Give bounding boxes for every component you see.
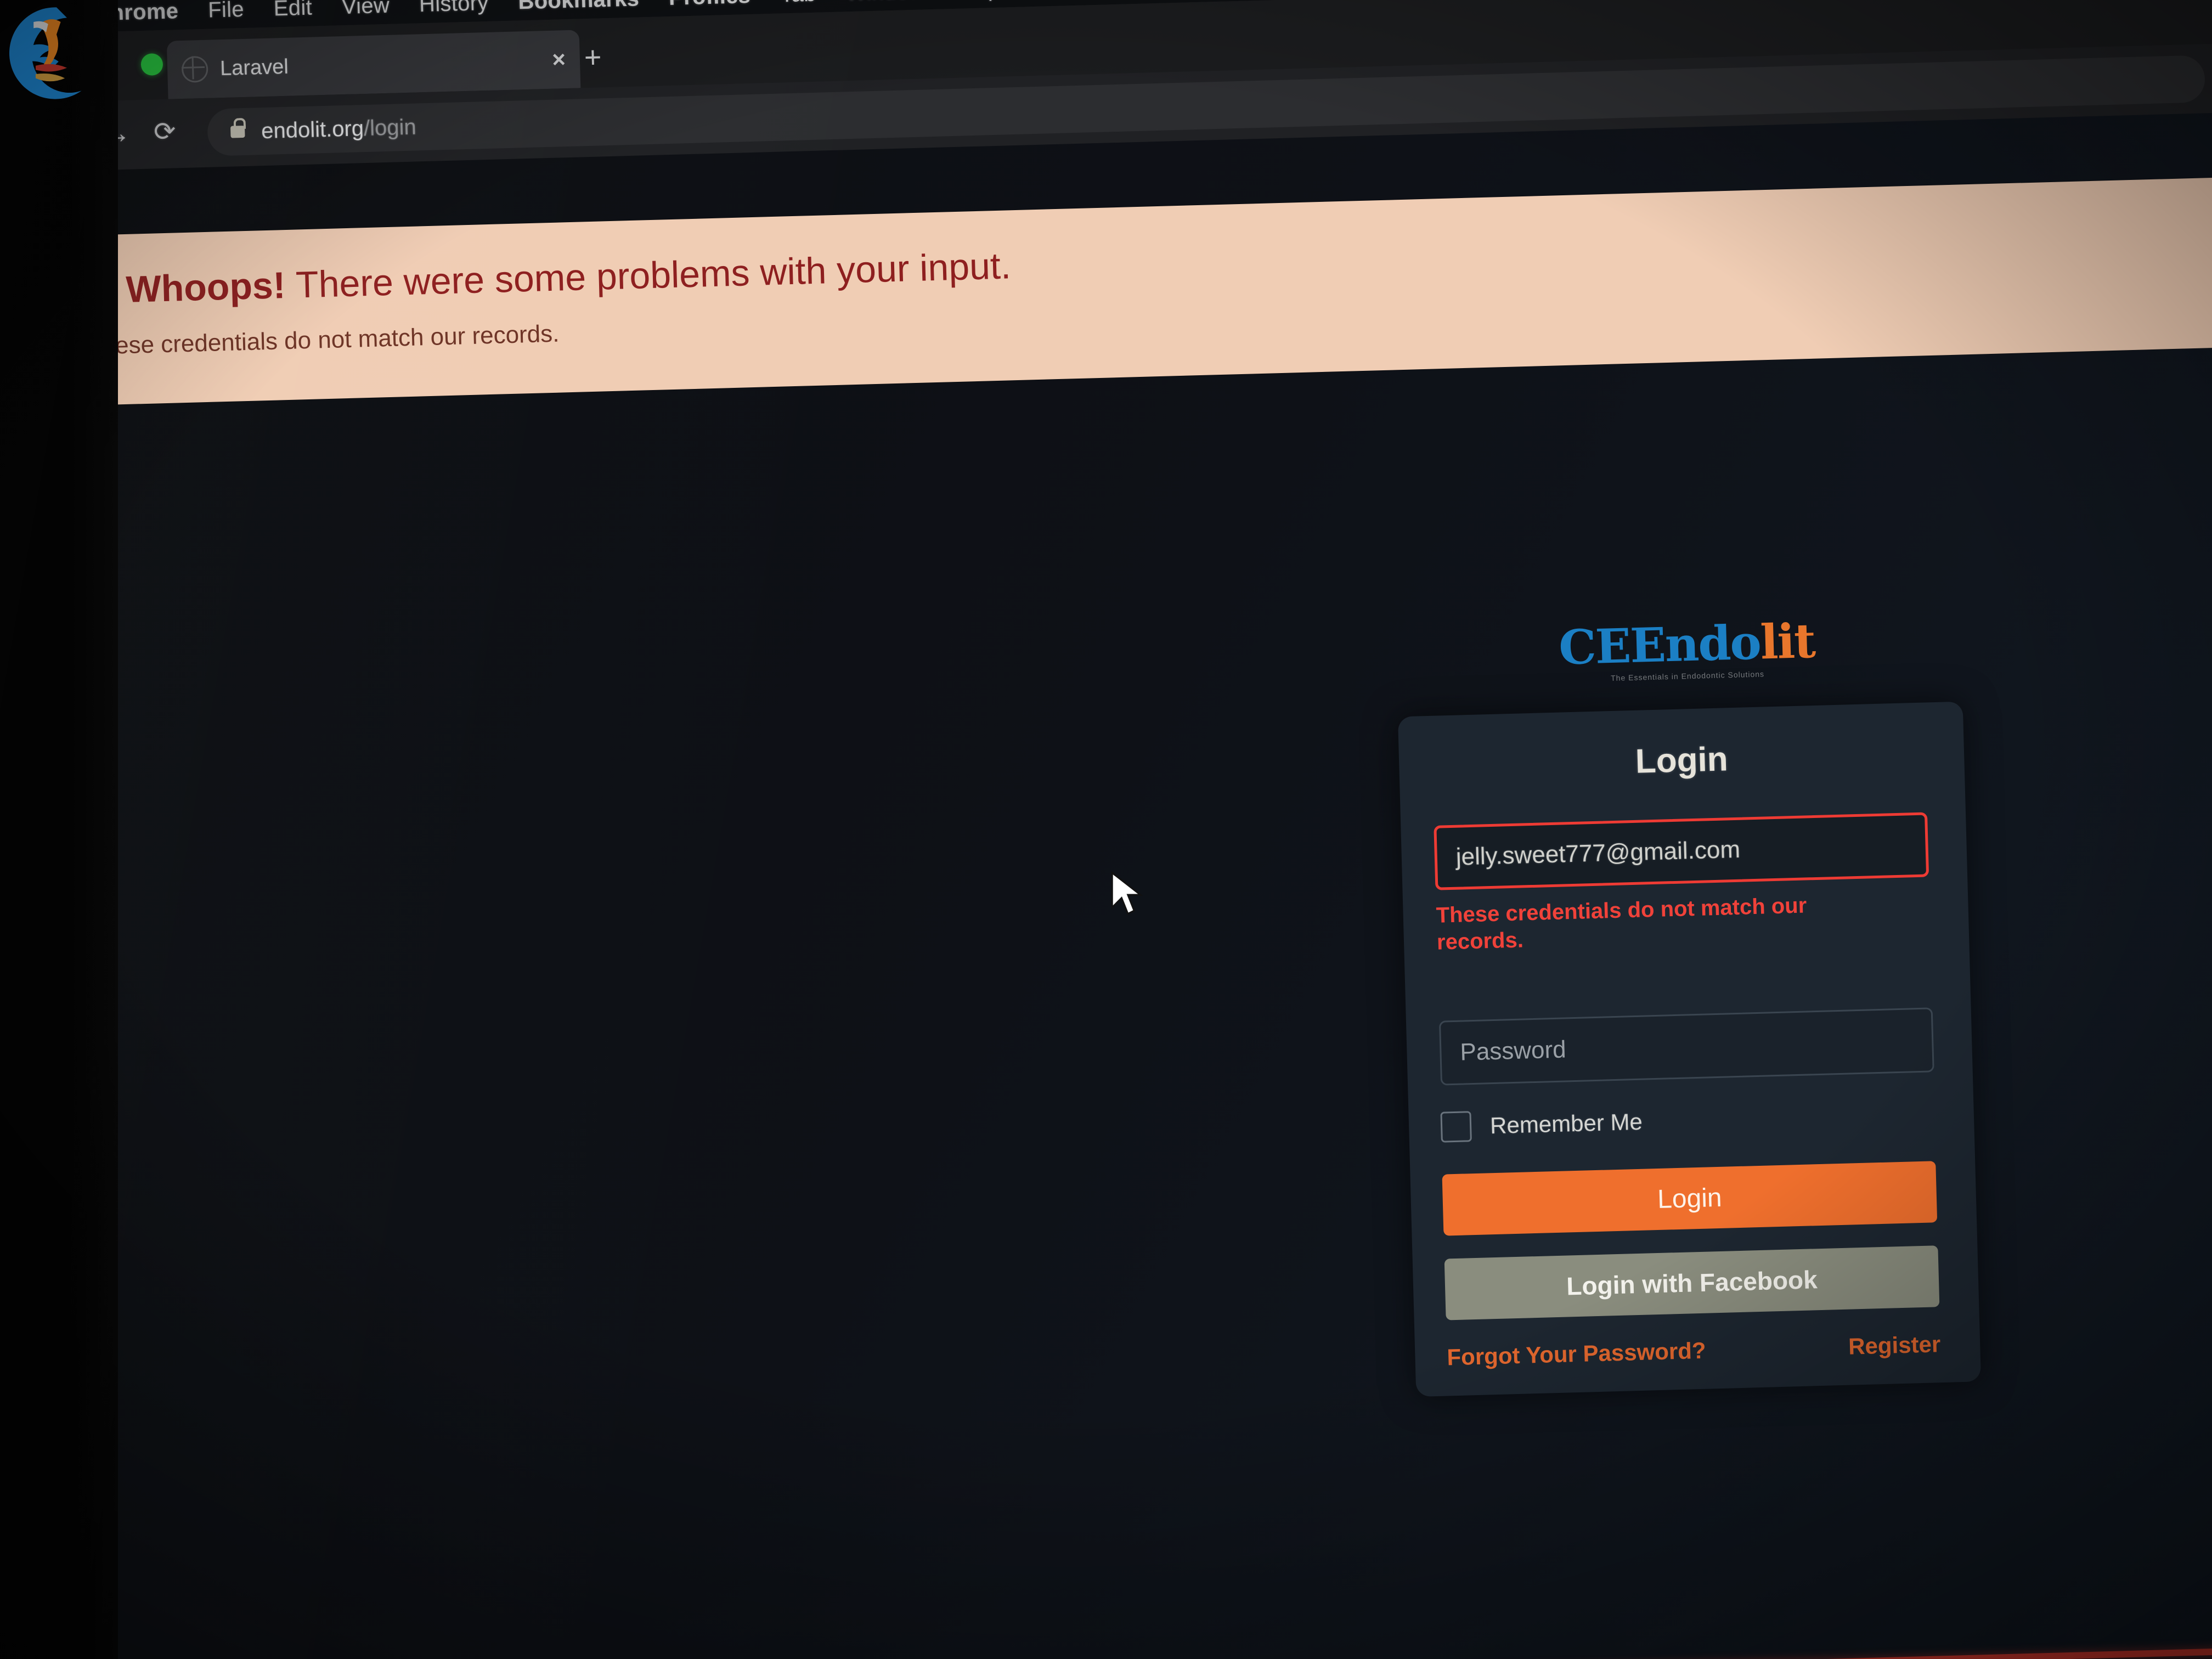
brand-name-part3: it	[1776, 613, 1816, 670]
tab-title: Laravel	[219, 55, 289, 80]
login-button[interactable]: Login	[1442, 1161, 1938, 1236]
error-alert-banner: ⚠Whoops! There were some problems with y…	[18, 176, 2212, 408]
globe-icon	[181, 55, 208, 83]
remember-me-label: Remember Me	[1489, 1108, 1643, 1139]
bottom-red-divider	[140, 1644, 2212, 1659]
brand-name-part2: l	[1759, 614, 1778, 670]
login-card-title: Login	[1634, 740, 1729, 781]
url-host: endolit.org	[261, 116, 364, 143]
url-path: /login	[363, 115, 417, 140]
screen-content: Chrome File Edit View History Bookmarks …	[0, 0, 2212, 1659]
password-field-placeholder: Password	[1459, 1036, 1567, 1066]
endolit-monogram-icon	[9, 7, 82, 99]
password-field[interactable]: Password	[1438, 1007, 1934, 1086]
menu-item-file[interactable]: File	[208, 0, 245, 22]
forgot-password-link[interactable]: Forgot Your Password?	[1447, 1338, 1706, 1371]
maximize-window-button[interactable]	[140, 53, 163, 76]
alert-title: ⚠Whoops! There were some problems with y…	[85, 244, 1012, 312]
menu-item-tab[interactable]: Tab	[780, 0, 816, 7]
photo-of-screen: Chrome File Edit View History Bookmarks …	[0, 0, 2212, 1659]
register-link[interactable]: Register	[1848, 1331, 1941, 1360]
email-error-message: These credentials do not match our recor…	[1436, 893, 1807, 955]
menu-item-history[interactable]: History	[419, 0, 489, 17]
browser-tab[interactable]: Laravel ×	[166, 30, 581, 99]
menu-item-profiles[interactable]: Profiles	[668, 0, 751, 10]
mouse-cursor	[1111, 871, 1143, 915]
reload-icon[interactable]: ⟳	[154, 117, 177, 146]
chrome-window: Laravel × + ← → ⟳ endolit.org/login ⚠Wh	[13, 0, 2212, 1659]
lock-icon	[230, 125, 245, 138]
brand-name-part1: Endo	[1629, 614, 1762, 674]
screen-bezel-left	[0, 0, 118, 1659]
brand-monogram: CE	[1558, 618, 1631, 676]
new-tab-button[interactable]: +	[584, 41, 602, 74]
url-text: endolit.org/login	[261, 115, 417, 144]
menu-item-view[interactable]: View	[341, 0, 390, 19]
login-card: Login jelly.sweet777@gmail.com These cre…	[1397, 701, 1982, 1397]
brand-wordmark: CEEndolit	[1543, 613, 1830, 676]
menu-item-edit[interactable]: Edit	[273, 0, 312, 21]
remember-me-checkbox[interactable]	[1440, 1111, 1472, 1143]
menu-item-window[interactable]: Window	[845, 0, 925, 5]
menu-item-bookmarks[interactable]: Bookmarks	[518, 0, 640, 14]
alert-title-strong: Whoops!	[125, 264, 286, 311]
login-with-facebook-button[interactable]: Login with Facebook	[1444, 1245, 1940, 1321]
alert-body-text: These credentials do not match our recor…	[87, 320, 560, 360]
endolit-logo: CEEndolit The Essentials in Endodontic S…	[1543, 613, 1830, 684]
menu-item-help[interactable]: Help	[954, 0, 1001, 2]
login-card-links: Forgot Your Password? Register	[1447, 1331, 1941, 1370]
email-field[interactable]: jelly.sweet777@gmail.com	[1434, 812, 1929, 890]
remember-me-row[interactable]: Remember Me	[1440, 1107, 1643, 1143]
email-field-value: jelly.sweet777@gmail.com	[1455, 836, 1741, 871]
close-icon[interactable]: ×	[552, 46, 566, 72]
alert-title-rest: There were some problems with your input…	[295, 245, 1012, 306]
